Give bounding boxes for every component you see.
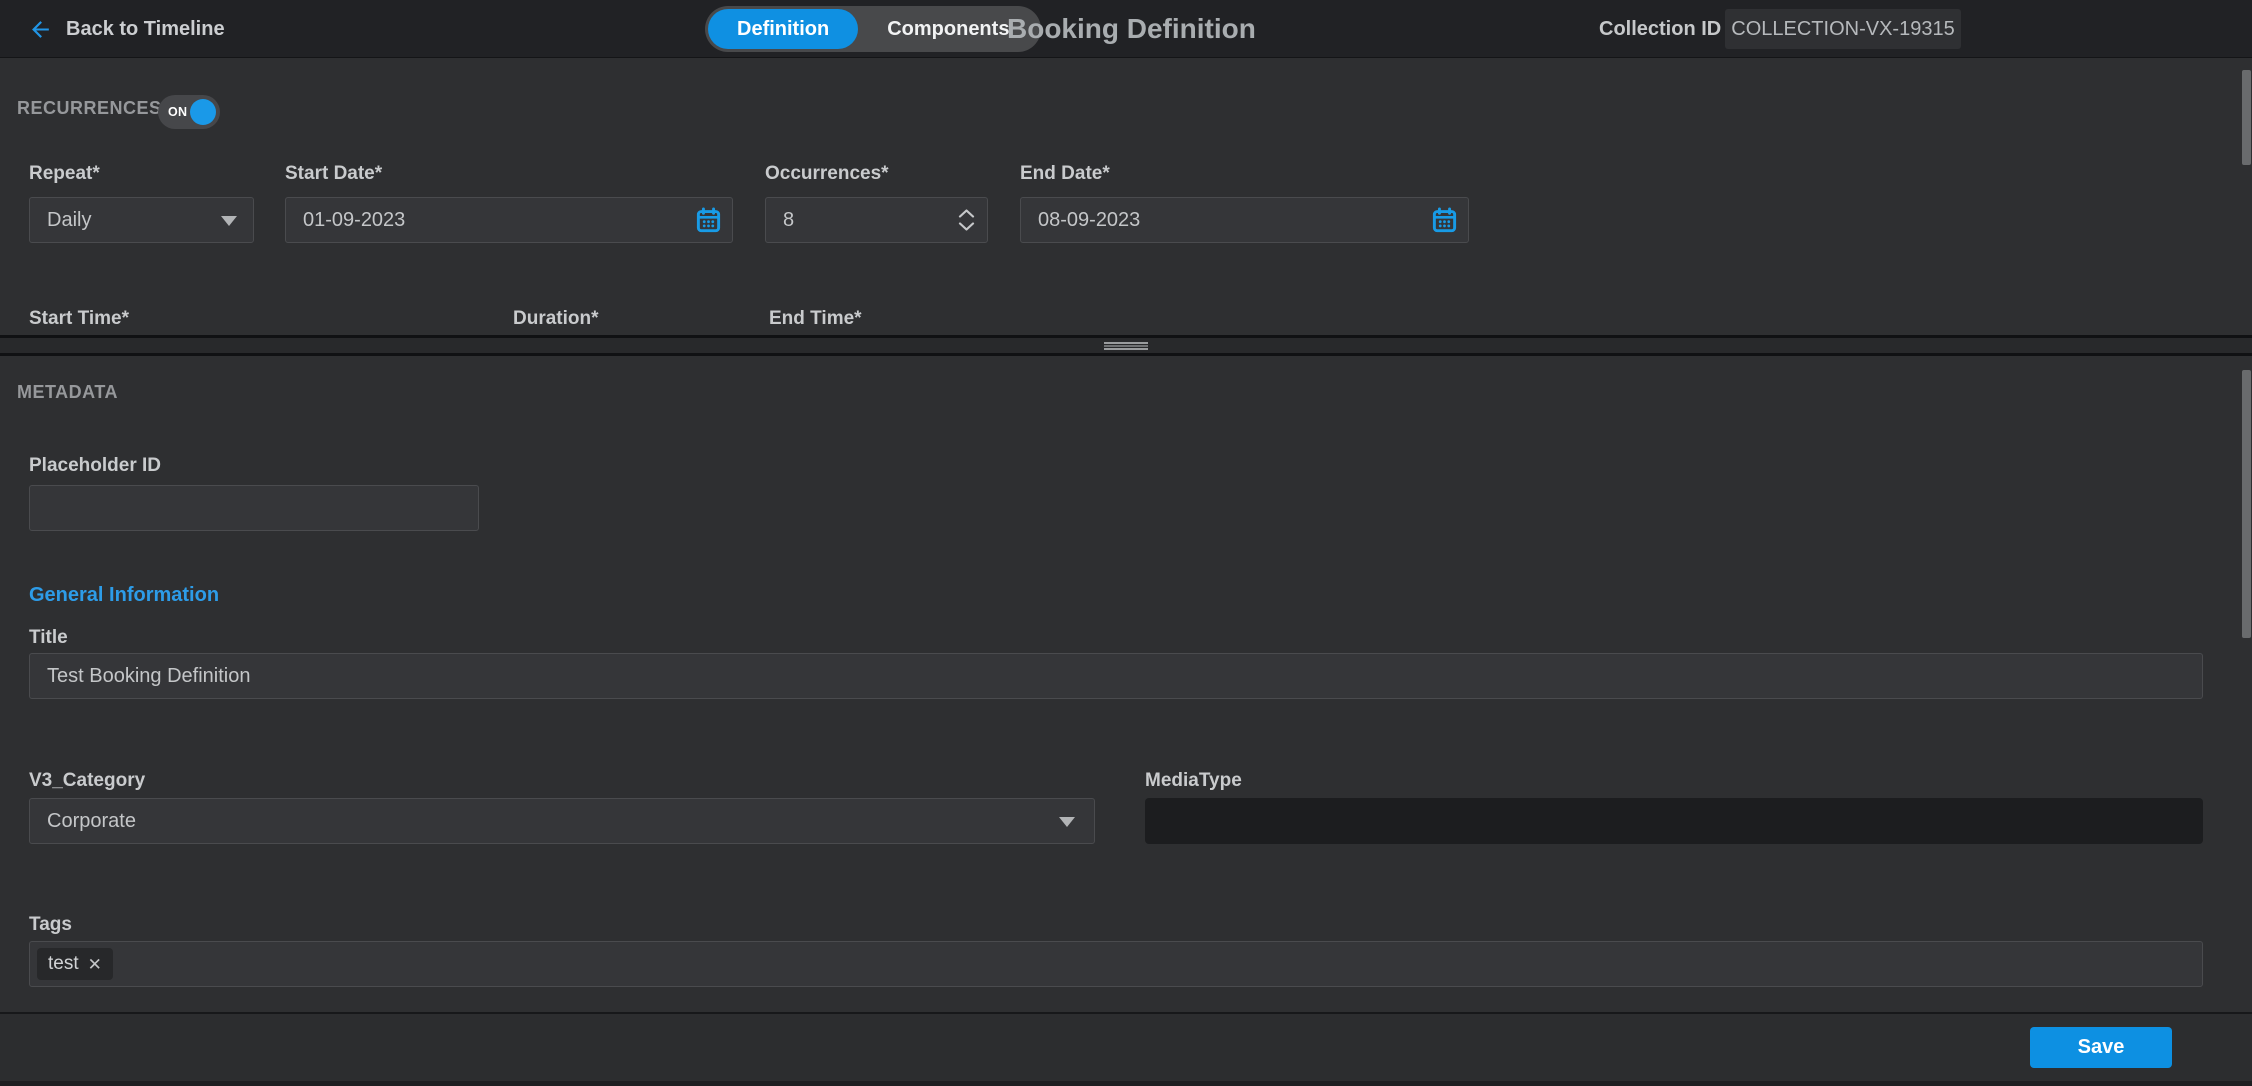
collection-id-label: Collection ID [1599, 0, 1721, 58]
recurrences-toggle[interactable]: ON [158, 95, 220, 129]
calendar-icon[interactable] [695, 207, 722, 234]
placeholder-id-input[interactable] [29, 485, 479, 531]
repeat-select[interactable]: Daily [29, 197, 254, 243]
chevron-down-icon [221, 216, 237, 226]
repeat-label: Repeat* [29, 163, 100, 185]
title-label: Title [29, 627, 68, 649]
v3-category-label: V3_Category [29, 770, 145, 792]
v3-category-value: Corporate [47, 810, 136, 833]
booking-definition-screen: Back to Timeline Definition Components B… [0, 0, 2252, 1086]
tags-label: Tags [29, 914, 72, 936]
top-pane-scrollbar-thumb[interactable] [2242, 70, 2251, 165]
metadata-panel: METADATA Placeholder ID General Informat… [0, 356, 2252, 1012]
start-date-value: 01-09-2023 [303, 209, 405, 232]
toggle-on-label: ON [168, 95, 187, 129]
general-information-heading: General Information [29, 584, 219, 607]
close-icon[interactable]: ✕ [88, 956, 102, 973]
title-input[interactable] [29, 653, 2203, 699]
calendar-icon[interactable] [1431, 207, 1458, 234]
end-time-label: End Time* [769, 308, 862, 330]
repeat-value: Daily [47, 209, 91, 232]
end-date-value: 08-09-2023 [1038, 209, 1140, 232]
start-time-label: Start Time* [29, 308, 129, 330]
footer-bar: Save [0, 1012, 2252, 1086]
start-date-label: Start Date* [285, 163, 382, 185]
end-date-field[interactable]: 08-09-2023 [1020, 197, 1469, 243]
recurrences-panel: RECURRENCES ON Repeat* Start Date* Occur… [0, 58, 2252, 335]
occurrences-value: 8 [783, 209, 794, 232]
page-title: Booking Definition [1007, 0, 1256, 58]
stepper-chevrons-icon[interactable] [958, 209, 975, 232]
view-tab-switcher: Definition Components [705, 6, 1041, 52]
tab-definition[interactable]: Definition [708, 9, 858, 49]
chevron-down-icon [1059, 817, 1075, 827]
start-date-field[interactable]: 01-09-2023 [285, 197, 733, 243]
collection-id-value: COLLECTION-VX-19315 [1725, 9, 1961, 49]
occurrences-stepper[interactable]: 8 [765, 197, 988, 243]
end-date-label: End Date* [1020, 163, 1110, 185]
placeholder-id-label: Placeholder ID [29, 455, 161, 477]
metadata-section-header: METADATA [17, 382, 118, 403]
back-to-timeline-label: Back to Timeline [66, 18, 225, 41]
tag-chip-text: test [48, 953, 79, 975]
tags-input[interactable]: test ✕ [29, 941, 2203, 987]
window-bottom-edge [0, 1081, 2252, 1086]
drag-handle-icon[interactable] [1104, 342, 1148, 350]
save-button[interactable]: Save [2030, 1027, 2172, 1068]
occurrences-label: Occurrences* [765, 163, 889, 185]
arrow-left-icon [28, 17, 53, 42]
duration-label: Duration* [513, 308, 599, 330]
pane-resize-splitter[interactable] [0, 335, 2252, 356]
tag-chip: test ✕ [37, 948, 113, 980]
toggle-knob [190, 99, 216, 125]
media-type-input[interactable] [1145, 798, 2203, 844]
top-bar: Back to Timeline Definition Components B… [0, 0, 2252, 58]
back-to-timeline-button[interactable]: Back to Timeline [28, 0, 225, 58]
media-type-label: MediaType [1145, 770, 1242, 792]
v3-category-select[interactable]: Corporate [29, 798, 1095, 844]
metadata-pane-scrollbar-thumb[interactable] [2242, 370, 2251, 638]
recurrences-section-header: RECURRENCES [17, 98, 162, 119]
